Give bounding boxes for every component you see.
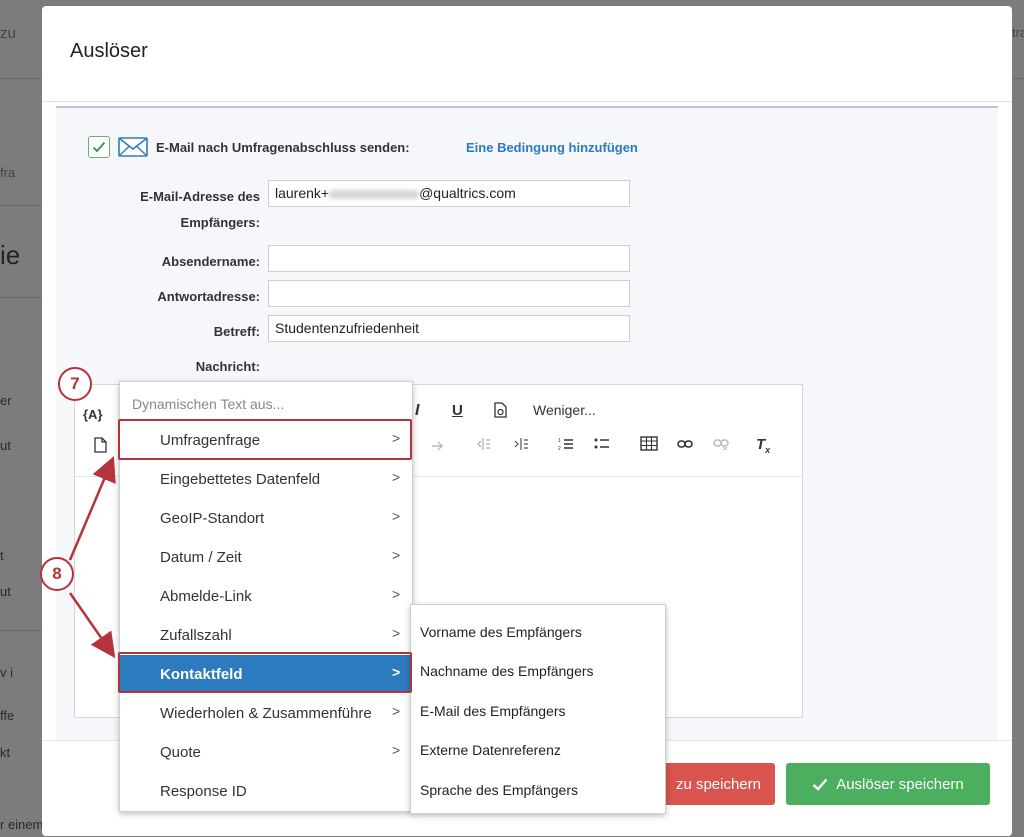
step-8-callout: 8 [40,557,74,591]
annotation-arrows [68,456,116,659]
step-7-callout: 7 [58,367,92,401]
